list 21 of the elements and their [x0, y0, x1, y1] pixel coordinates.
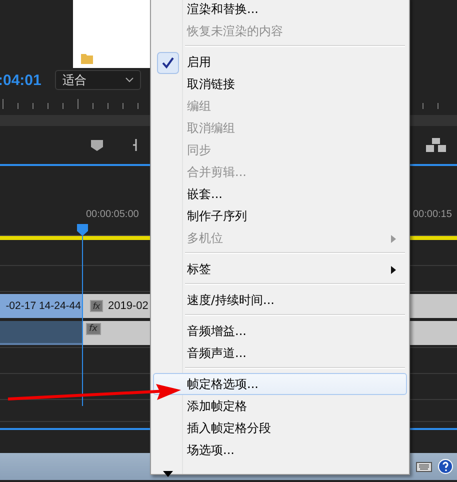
- menu-item[interactable]: 音频声道...: [153, 342, 407, 364]
- ruler-timecode: 00:00:05:00: [86, 209, 139, 220]
- clip-name: 2019-02: [108, 300, 148, 312]
- menu-item[interactable]: 速度/持续时间...: [153, 289, 407, 311]
- menu-item[interactable]: 标签: [153, 258, 407, 280]
- menu-item[interactable]: 启用: [153, 51, 407, 73]
- menu-item[interactable]: 场选项...: [153, 439, 407, 461]
- menu-item[interactable]: 渲染和替换...: [153, 0, 407, 20]
- menu-item[interactable]: 音频增益...: [153, 320, 407, 342]
- menu-item[interactable]: 取消链接: [153, 73, 407, 95]
- menu-item[interactable]: 帧定格选项...: [153, 373, 407, 395]
- zoom-dropdown[interactable]: 适合: [55, 70, 142, 90]
- effect-badge: fx: [90, 300, 104, 312]
- menu-item[interactable]: 制作子序列: [153, 205, 407, 227]
- ruler-timecode: 00:00:15: [413, 209, 452, 220]
- menu-item[interactable]: 嵌套...: [153, 183, 407, 205]
- effect-badge: fx: [86, 322, 100, 334]
- menu-item[interactable]: 添加帧定格: [153, 395, 407, 417]
- menu-item[interactable]: 插入帧定格分段: [153, 417, 407, 439]
- video-clip[interactable]: -02-17 14-24-44: [0, 294, 82, 318]
- clip-name: -02-17 14-24-44: [6, 300, 82, 312]
